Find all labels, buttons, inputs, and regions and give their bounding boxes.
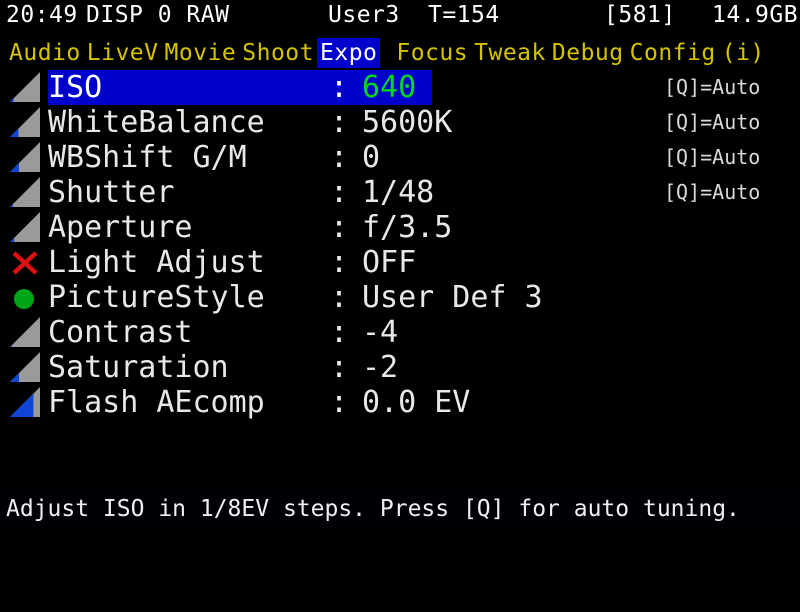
menu-row[interactable]: WBShift G/M:0 [Q]=Auto (0, 140, 800, 175)
menu-item-label: Saturation (48, 350, 229, 385)
menu-item-hint: [Q]=Auto (664, 145, 761, 169)
menu-item-hint: [Q]=Auto (664, 110, 761, 134)
slider-ramp-icon (10, 352, 44, 383)
menu-item-value[interactable]: 1/48 (362, 175, 434, 210)
menu-item-label: PictureStyle (48, 280, 265, 315)
menu-item-label: Flash AEcomp (48, 385, 265, 420)
slider-ramp-icon (10, 72, 44, 103)
menu-tab-bar[interactable]: Audio LiveV Movie Shoot Expo Focus Tweak Debug C… (0, 38, 800, 68)
menu-item-label: ISO (48, 70, 103, 105)
menu-item-colon: : (330, 175, 349, 210)
menu-row[interactable]: Saturation: -2 (0, 350, 800, 385)
menu-row[interactable]: ISO:640 [Q]=Auto (0, 70, 800, 105)
status-shots-remaining: [581] (604, 2, 676, 28)
menu-row[interactable]: Flash AEcomp:0.0 EV (0, 385, 800, 420)
tab-focus[interactable]: Focus (393, 38, 471, 68)
menu-item-label: Light Adjust (48, 245, 265, 280)
status-user-mode: User3 (328, 2, 400, 28)
menu-item-value[interactable]: -2 (362, 350, 398, 385)
menu-row[interactable]: PictureStyle: User Def 3 (0, 280, 800, 315)
slider-ramp-icon (10, 177, 44, 208)
menu-item-label: Aperture (48, 210, 193, 245)
menu-row[interactable]: Aperture: f/3.5 (0, 210, 800, 245)
menu-row[interactable]: Light Adjust: OFF (0, 245, 800, 280)
menu-item-colon: : (330, 70, 349, 105)
menu-item-value[interactable]: OFF (362, 245, 416, 280)
menu-item-value[interactable]: 0 (362, 140, 380, 175)
tab-movie[interactable]: Movie (162, 38, 240, 68)
menu-item-colon: : (330, 315, 349, 350)
status-temperature: T=154 (428, 2, 500, 28)
tab-tweak[interactable]: Tweak (471, 38, 549, 68)
tab-debug[interactable]: Debug (549, 38, 627, 68)
tab-audio[interactable]: Audio (6, 38, 84, 68)
menu-item-colon: : (330, 385, 349, 420)
tab-shoot[interactable]: Shoot (239, 38, 317, 68)
menu-row[interactable]: Contrast: -4 (0, 315, 800, 350)
status-clock: 20:49 (6, 2, 78, 28)
camera-menu-screen: 20:49 DISP 0 RAW User3 T=154 [581] 14.9G… (0, 0, 800, 530)
menu-item-value[interactable]: 0.0 EV (362, 385, 470, 420)
menu-item-colon: : (330, 350, 349, 385)
tab-expo[interactable]: Expo (317, 38, 381, 68)
tab-config[interactable]: Config (627, 38, 719, 68)
menu-item-value[interactable]: 640 (362, 70, 416, 105)
menu-item-colon: : (330, 280, 349, 315)
slider-ramp-icon (10, 142, 44, 173)
status-display-mode: DISP 0 RAW (86, 2, 230, 28)
slider-ramp-icon (10, 317, 44, 348)
green-dot-icon (10, 282, 44, 313)
tab-livev[interactable]: LiveV (84, 38, 162, 68)
status-bar: 20:49 DISP 0 RAW User3 T=154 [581] 14.9G… (0, 0, 800, 30)
menu-item-label: Shutter (48, 175, 175, 210)
menu-item-label: WBShift G/M (48, 140, 247, 175)
footer-help-text: Adjust ISO in 1/8EV steps. Press [Q] for… (6, 496, 740, 522)
red-x-icon (10, 247, 44, 278)
slider-ramp-icon (10, 107, 44, 138)
menu-item-colon: : (330, 245, 349, 280)
slider-ramp-icon (10, 387, 44, 418)
menu-item-value[interactable]: 5600K (362, 105, 452, 140)
menu-item-hint: [Q]=Auto (664, 75, 761, 99)
menu-item-colon: : (330, 210, 349, 245)
menu-item-hint: [Q]=Auto (664, 180, 761, 204)
menu-item-value[interactable]: f/3.5 (362, 210, 452, 245)
menu-row[interactable]: Shutter:1/48 [Q]=Auto (0, 175, 800, 210)
menu-item-label: Contrast (48, 315, 193, 350)
menu-item-value[interactable]: User Def 3 (362, 280, 543, 315)
status-card-space: 14.9GB (712, 2, 799, 28)
menu-row[interactable]: WhiteBalance:5600K [Q]=Auto (0, 105, 800, 140)
menu-item-colon: : (330, 105, 349, 140)
menu-item-list: ISO:640 [Q]=Auto WhiteBalance:5600K [Q]=Aut… (0, 70, 800, 420)
menu-item-label: WhiteBalance (48, 105, 265, 140)
tab-i[interactable]: (i) (719, 38, 768, 68)
menu-item-value[interactable]: -4 (362, 315, 398, 350)
footer-help-bar: Adjust ISO in 1/8EV steps. Press [Q] for… (0, 489, 800, 530)
menu-item-colon: : (330, 140, 349, 175)
slider-ramp-icon (10, 212, 44, 243)
